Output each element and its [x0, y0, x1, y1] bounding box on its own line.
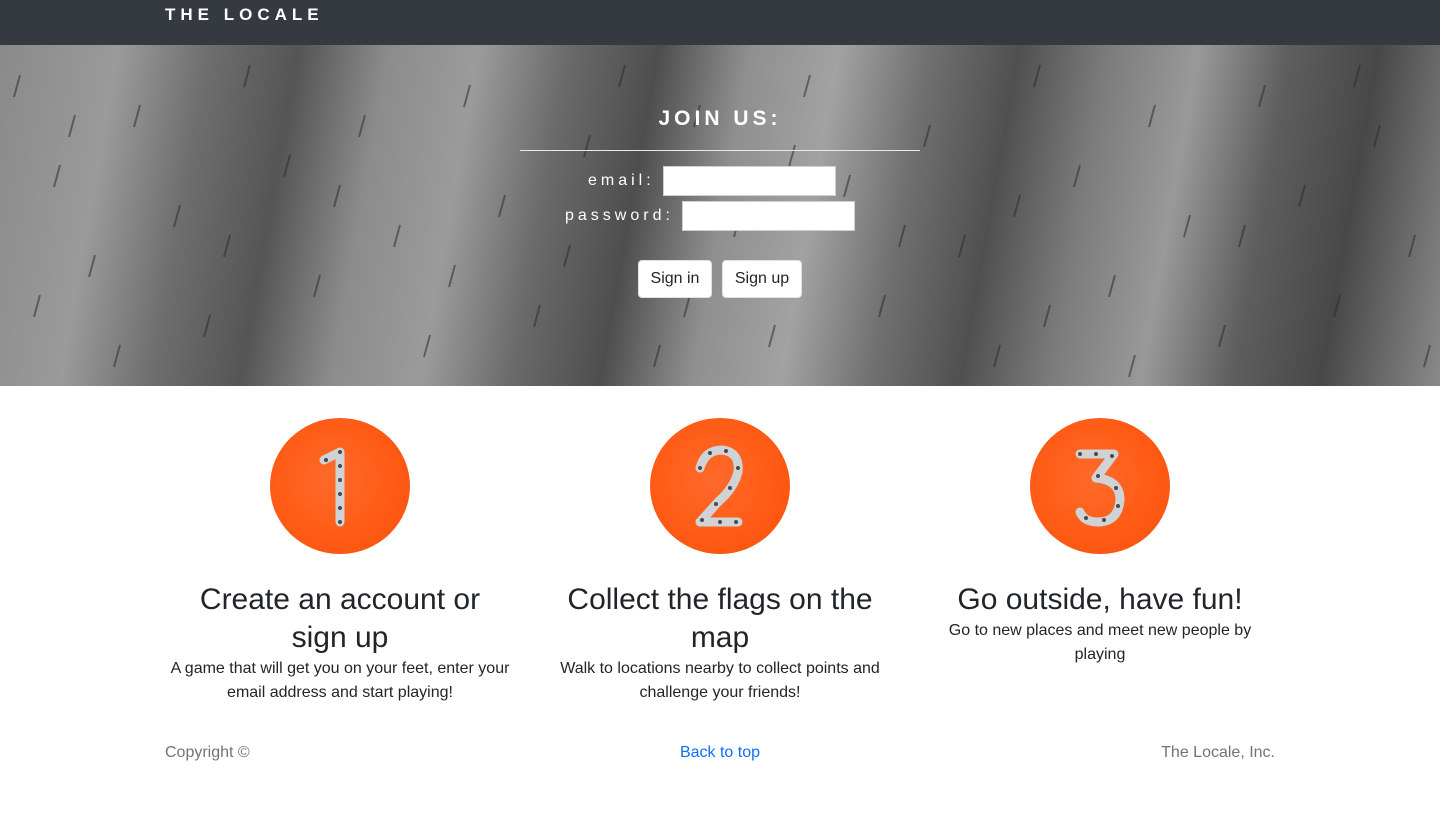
email-label: email: [588, 172, 655, 189]
brand-link[interactable]: THE LOCALE [165, 5, 324, 25]
feature-3-title: Go outside, have fun! [957, 583, 1243, 616]
feature-2: Collect the flags on the map Walk to loc… [540, 418, 900, 705]
feature-1-text: A game that will get you on your feet, e… [170, 660, 510, 701]
footer: Copyright © Back to top The Locale, Inc. [165, 744, 1275, 768]
back-to-top-link[interactable]: Back to top [165, 744, 1275, 762]
chain-number-3-icon [1075, 449, 1125, 527]
hero-section: JOIN US: email: password: Sign in Sign u… [0, 45, 1440, 386]
feature-3-text: Go to new places and meet new people by … [948, 622, 1252, 663]
sign-up-button[interactable]: Sign up [722, 260, 802, 298]
step-3-badge [1030, 418, 1170, 554]
join-form: JOIN US: [520, 107, 920, 151]
navbar: THE LOCALE [0, 0, 1440, 45]
email-field[interactable] [662, 166, 836, 196]
company-name: The Locale, Inc. [1161, 744, 1275, 761]
join-divider [520, 150, 920, 151]
chain-number-1-icon [319, 447, 345, 527]
password-label: password: [565, 207, 674, 224]
step-1-badge [270, 418, 410, 554]
feature-1: Create an account or sign up A game that… [160, 418, 520, 705]
sign-in-button[interactable]: Sign in [638, 260, 712, 298]
step-2-badge [650, 418, 790, 554]
email-row: email: [588, 166, 836, 196]
feature-3: Go outside, have fun! Go to new places a… [920, 418, 1280, 667]
password-field[interactable] [681, 201, 855, 231]
password-row: password: [565, 201, 855, 231]
chain-number-2-icon [695, 445, 743, 527]
feature-2-title: Collect the flags on the map [567, 583, 873, 654]
feature-1-title: Create an account or sign up [199, 583, 481, 654]
feature-2-text: Walk to locations nearby to collect poin… [560, 660, 880, 701]
join-title: JOIN US: [658, 107, 782, 130]
